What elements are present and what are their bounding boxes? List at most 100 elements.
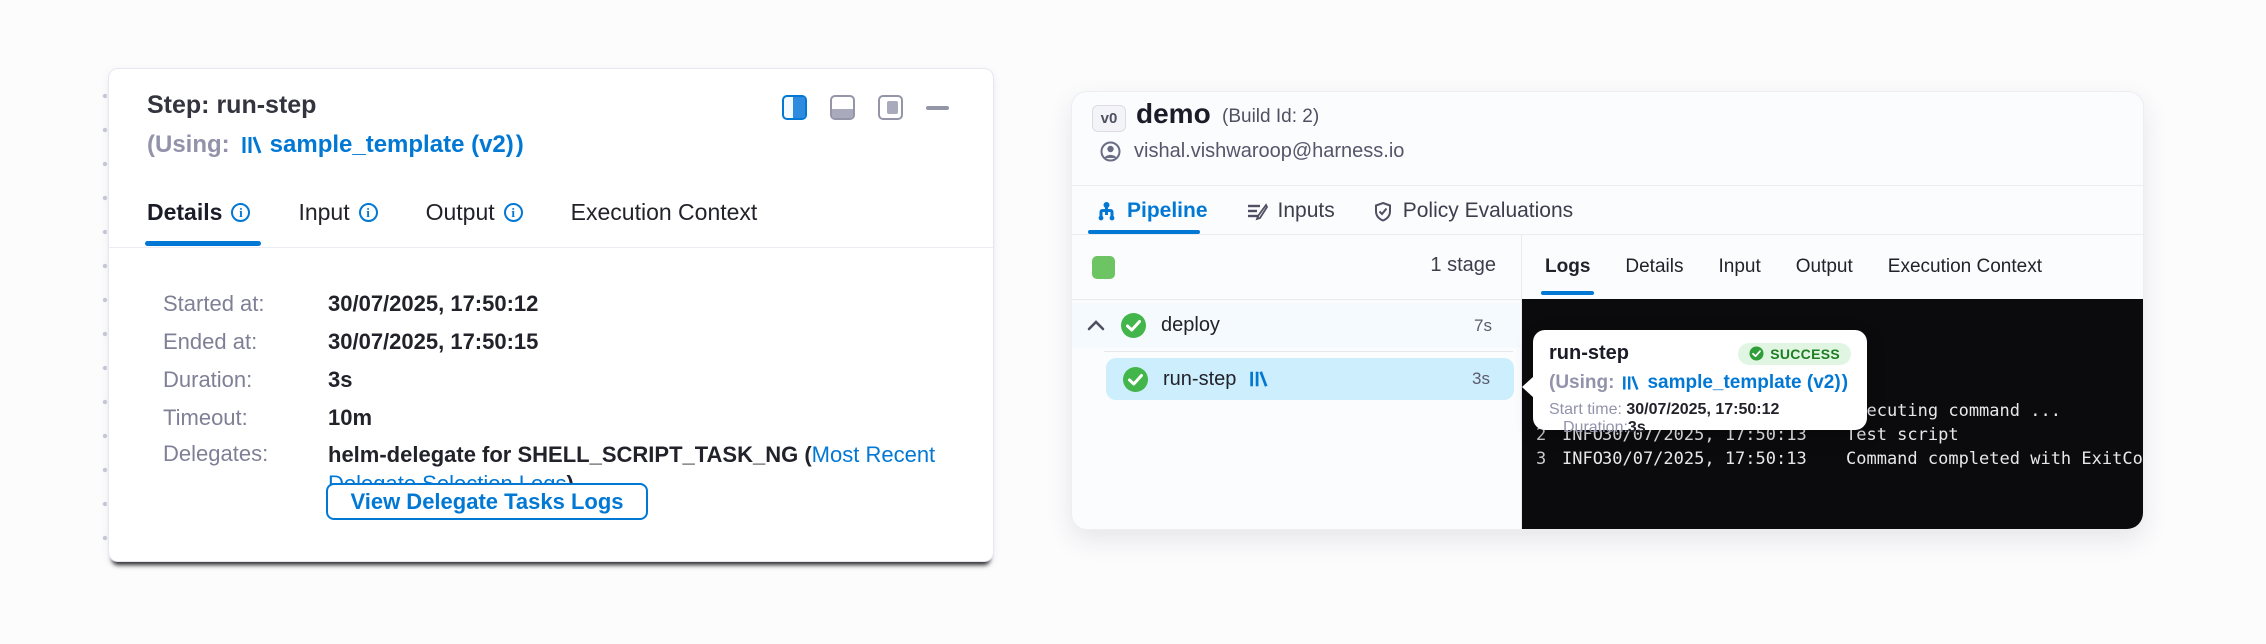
panel-layout-controls	[782, 95, 949, 120]
triggered-by-row: vishal.vishwaroop@harness.io	[1100, 140, 1404, 163]
log-tab-input[interactable]: Input	[1718, 256, 1760, 278]
detail-label: Delegates:	[163, 441, 328, 498]
step-name: run-step	[1163, 368, 1236, 391]
detail-label: Ended at:	[163, 329, 328, 355]
step-panel-tabs: Details i Input i Output i Execution Con…	[147, 199, 757, 226]
using-prefix: (Using:	[1549, 372, 1614, 394]
layout-bottom-button[interactable]	[830, 95, 855, 120]
success-check-icon	[1120, 312, 1147, 339]
template-link[interactable]: sample_template (v2)	[240, 131, 514, 159]
log-message: Command completed with ExitCode (0)	[1846, 447, 2143, 471]
version-badge: v0	[1092, 105, 1126, 132]
detail-label: Started at:	[163, 291, 328, 317]
tab-inputs-label: Inputs	[1278, 199, 1335, 223]
detail-label: Timeout:	[163, 405, 328, 431]
log-line-number: 3	[1536, 447, 1546, 471]
info-icon[interactable]: i	[504, 203, 523, 222]
log-tabs: Logs Details Input Output Execution Cont…	[1545, 235, 2042, 299]
template-icon	[1248, 369, 1268, 389]
log-line: 3 INFO 30/07/2025, 17:50:13 Command comp…	[1522, 447, 2143, 471]
log-message: Executing command ...	[1846, 399, 2061, 423]
detail-value: 30/07/2025, 17:50:15	[328, 329, 538, 355]
detail-row-ended: Ended at: 30/07/2025, 17:50:15	[163, 329, 538, 355]
panel-drag-handle[interactable]	[102, 79, 108, 551]
log-tab-output[interactable]: Output	[1796, 256, 1853, 278]
info-icon[interactable]: i	[359, 203, 378, 222]
log-tab-details[interactable]: Details	[1625, 256, 1683, 278]
detail-row-started: Started at: 30/07/2025, 17:50:12	[163, 291, 538, 317]
tab-output-label: Output	[426, 199, 495, 226]
layout-split-right-button[interactable]	[782, 95, 807, 120]
using-prefix: (Using:	[147, 131, 230, 159]
stage-status-square	[1092, 256, 1115, 279]
page: Step: run-step (Using: sample_template (…	[0, 0, 2266, 644]
info-icon[interactable]: i	[231, 203, 250, 222]
log-tab-logs[interactable]: Logs	[1545, 256, 1590, 278]
layout-overlay-button[interactable]	[878, 95, 903, 120]
detail-value: 30/07/2025, 17:50:12	[328, 291, 538, 317]
policy-shield-icon	[1373, 201, 1393, 222]
using-suffix: )	[1842, 372, 1848, 394]
check-circle-icon	[1749, 346, 1764, 361]
user-icon	[1100, 141, 1121, 162]
success-status-badge: SUCCESS	[1738, 343, 1851, 365]
view-delegate-tasks-logs-button[interactable]: View Delegate Tasks Logs	[326, 483, 648, 520]
using-template-line: (Using: sample_template (v2) )	[147, 131, 524, 159]
tree-divider	[1104, 351, 1513, 352]
pipeline-icon	[1096, 201, 1117, 222]
tooltip-meta-line: Start time: 30/07/2025, 17:50:12 Duratio…	[1549, 401, 1851, 437]
success-badge-label: SUCCESS	[1770, 346, 1840, 362]
tab-execution-context[interactable]: Execution Context	[571, 199, 758, 226]
tab-execution-context-label: Execution Context	[571, 199, 758, 226]
header-divider	[1072, 185, 2143, 186]
detail-value: 10m	[328, 405, 372, 431]
duration-label: Duration:	[1563, 419, 1628, 436]
tab-inputs[interactable]: Inputs	[1246, 199, 1335, 223]
log-timestamp: 30/07/2025, 17:50:13	[1602, 447, 1807, 471]
stage-name: deploy	[1161, 314, 1220, 337]
tab-pipeline-label: Pipeline	[1127, 199, 1208, 223]
tab-pipeline[interactable]: Pipeline	[1096, 199, 1208, 223]
start-time-value: 30/07/2025, 17:50:12	[1626, 401, 1779, 418]
template-link[interactable]: sample_template (v2)	[1621, 372, 1840, 394]
chevron-up-icon[interactable]	[1086, 319, 1106, 333]
tab-output[interactable]: Output i	[426, 199, 523, 226]
detail-value: 3s	[328, 367, 352, 393]
detail-row-timeout: Timeout: 10m	[163, 405, 372, 431]
stage-count-label: 1 stage	[1430, 254, 1496, 277]
step-panel-title: Step: run-step	[147, 91, 316, 120]
step-duration: 3s	[1472, 369, 1490, 389]
start-time-label: Start time:	[1549, 401, 1622, 418]
tree-row-run-step[interactable]: run-step 3s	[1106, 358, 1514, 400]
log-level: INFO	[1562, 447, 1603, 471]
tabs-divider	[109, 247, 993, 248]
success-check-icon	[1122, 366, 1149, 393]
tab-details[interactable]: Details i	[147, 199, 250, 226]
tree-row-deploy[interactable]: deploy 7s	[1072, 303, 1520, 348]
detail-label: Duration:	[163, 367, 328, 393]
pipeline-title: demo	[1136, 98, 1211, 130]
using-suffix: )	[516, 131, 524, 159]
execution-tabs: Pipeline Inputs Policy Evaluations	[1096, 188, 1573, 234]
stage-tree-panel: 1 stage deploy 7s run-step	[1072, 235, 1522, 529]
tab-details-label: Details	[147, 199, 222, 226]
pipeline-execution-panel: v0 demo (Build Id: 2) vishal.vishwaroop@…	[1071, 91, 2144, 530]
tab-input[interactable]: Input i	[298, 199, 377, 226]
tab-input-label: Input	[298, 199, 349, 226]
tab-policy-evaluations-label: Policy Evaluations	[1403, 199, 1573, 223]
user-email: vishal.vishwaroop@harness.io	[1134, 140, 1404, 163]
stage-duration: 7s	[1474, 316, 1492, 336]
template-link-label: sample_template (v2)	[1647, 372, 1840, 394]
active-tab-underline	[145, 241, 261, 246]
minimize-button[interactable]	[926, 106, 949, 110]
stage-tree-header: 1 stage	[1072, 235, 1521, 300]
build-id: (Build Id: 2)	[1222, 106, 1319, 128]
duration-value: 3s	[1628, 419, 1646, 436]
log-tab-execution-context[interactable]: Execution Context	[1888, 256, 2042, 278]
tooltip-using-line: (Using: sample_template (v2) )	[1549, 372, 1851, 394]
detail-row-duration: Duration: 3s	[163, 367, 352, 393]
template-icon	[240, 134, 262, 156]
tab-policy-evaluations[interactable]: Policy Evaluations	[1373, 199, 1573, 223]
template-icon	[1621, 374, 1639, 392]
step-details-panel: Step: run-step (Using: sample_template (…	[108, 68, 994, 562]
